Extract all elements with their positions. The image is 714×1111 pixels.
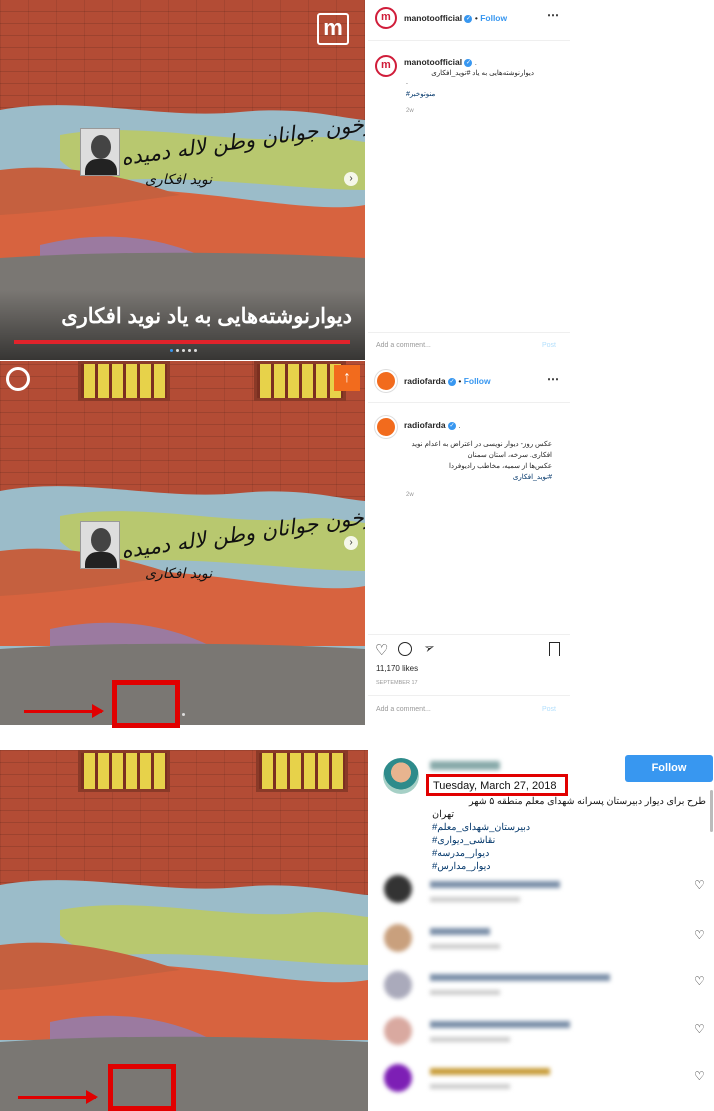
actions-divider xyxy=(368,634,570,635)
comment-avatar xyxy=(384,875,412,903)
comment-meta-blurred xyxy=(430,944,500,949)
portrait-stencil xyxy=(80,128,120,176)
post3-image xyxy=(0,750,368,1111)
more-options-icon[interactable]: ⋯ xyxy=(547,8,559,22)
comment-text-blurred xyxy=(430,881,560,888)
carousel-dot xyxy=(182,713,185,716)
save-bookmark-icon[interactable] xyxy=(549,642,560,656)
post1-post-button[interactable]: Post xyxy=(542,342,556,349)
post1-caption-dot2: . xyxy=(406,79,408,86)
post3-hashtag-2[interactable]: #نقاشی_دیواری xyxy=(432,835,495,846)
comment-like-heart-icon[interactable]: ♡ xyxy=(694,1022,705,1036)
scrollbar[interactable] xyxy=(710,790,713,832)
like-heart-icon[interactable]: ♡ xyxy=(375,641,388,659)
post1-comment-input[interactable]: Add a comment... xyxy=(376,342,431,349)
radiofarda-avatar-caption[interactable] xyxy=(375,416,397,438)
headline-underline xyxy=(14,340,350,344)
highlight-box xyxy=(112,680,180,728)
header-divider xyxy=(368,40,570,41)
verified-badge-icon: ✓ xyxy=(464,14,473,23)
graffiti-line2: نوید افکاری xyxy=(145,566,213,582)
more-options-icon[interactable]: ⋯ xyxy=(547,372,559,386)
graffiti-line2: نوید افکاری xyxy=(145,172,213,188)
comment-like-heart-icon[interactable]: ♡ xyxy=(694,928,705,942)
post1-time: 2w xyxy=(406,108,414,114)
post3-hashtag-4[interactable]: #دیوار_مدارس xyxy=(432,861,491,872)
comment-avatar xyxy=(384,924,412,952)
post3-avatar[interactable] xyxy=(383,758,419,794)
post2-follow-button[interactable]: Follow xyxy=(464,376,491,386)
post1-follow-button[interactable]: Follow xyxy=(480,13,507,23)
carousel-dots xyxy=(170,349,200,353)
comment-divider xyxy=(368,332,570,333)
post2-hashtag[interactable]: #نوید_افکاری xyxy=(400,473,552,481)
header-divider xyxy=(368,402,570,403)
caption-dot: . xyxy=(474,60,477,67)
post2-likes[interactable]: 11,170 likes xyxy=(376,664,418,673)
comment-divider xyxy=(368,695,570,696)
camera-logo-icon xyxy=(6,367,30,391)
comment-avatar xyxy=(384,1064,412,1092)
verified-badge-icon: ✓ xyxy=(447,377,456,386)
caption-dot: . xyxy=(458,423,461,430)
post1-caption: دیوارنوشته‌هایی به یاد #نوید_افکاری xyxy=(431,70,534,77)
post3-caption-line1: طرح برای دیوار دبیرستان پسرانه شهدای معل… xyxy=(469,796,706,807)
post2-caption-username[interactable]: radiofarda xyxy=(404,420,446,430)
post3-username-blurred xyxy=(430,761,500,770)
highlight-box xyxy=(108,1064,176,1111)
radiofarda-logo-icon: ↑ xyxy=(334,365,360,391)
date-highlight-box xyxy=(426,774,568,796)
overlay-headline: دیوارنوشته‌هایی به یاد نوید افکاری xyxy=(61,305,352,328)
comment-avatar xyxy=(384,971,412,999)
post2-caption-line2: افکاری. سرخه، استان سمنان xyxy=(467,452,553,459)
comment-meta-blurred xyxy=(430,990,500,995)
comment-text-blurred xyxy=(430,1068,550,1075)
verified-badge-icon: ✓ xyxy=(447,421,456,430)
manoto-logo-icon: m xyxy=(317,13,349,45)
comment-text-blurred xyxy=(430,974,610,981)
post2-caption-line1: عکس روز- دیوار نویسی در اعتراض به اعدام … xyxy=(411,441,552,448)
painted-wave-mural xyxy=(0,880,368,1111)
post2-time: 2w xyxy=(406,492,414,498)
post1-username[interactable]: manotoofficial xyxy=(404,13,462,23)
post3-hashtag-3[interactable]: #دیوار_مدرسه xyxy=(432,848,489,859)
post1-image: ازخون جوانان وطن لاله دمیده نوید افکاری … xyxy=(0,0,365,360)
highlight-arrow xyxy=(18,1090,98,1104)
post3-caption-line2: تهران xyxy=(432,809,454,820)
share-icon[interactable]: ➢ xyxy=(422,639,438,658)
verified-badge-icon: ✓ xyxy=(464,58,473,67)
post2-date: SEPTEMBER 17 xyxy=(376,680,418,686)
post1-hashtag[interactable]: #منوتوخبر xyxy=(406,90,435,98)
post3-follow-button[interactable]: Follow xyxy=(625,755,713,782)
comment-icon[interactable] xyxy=(398,642,412,656)
next-slide-chevron-icon[interactable]: › xyxy=(344,172,358,186)
post2-comment-input[interactable]: Add a comment... xyxy=(376,706,431,713)
manoto-avatar[interactable]: m xyxy=(375,7,397,29)
manoto-avatar-caption[interactable]: m xyxy=(375,55,397,77)
comment-text-blurred xyxy=(430,1021,570,1028)
comment-like-heart-icon[interactable]: ♡ xyxy=(694,878,705,892)
post1-caption-username[interactable]: manotoofficial xyxy=(404,57,462,67)
comment-meta-blurred xyxy=(430,1084,510,1089)
post2-caption-line3: عکس‌ها از سمیه، مخاطب رادیوفردا xyxy=(448,463,552,470)
highlight-arrow xyxy=(24,704,104,718)
comment-meta-blurred xyxy=(430,1037,510,1042)
next-slide-chevron-icon[interactable]: › xyxy=(344,536,358,550)
comment-text-blurred xyxy=(430,928,490,935)
post2-username[interactable]: radiofarda xyxy=(404,376,446,386)
post2-image: ازخون جوانان وطن لاله دمیده نوید افکاری … xyxy=(0,361,365,725)
post3-hashtag-1[interactable]: #دبیرستان_شهدای_معلم xyxy=(432,822,530,833)
post2-post-button[interactable]: Post xyxy=(542,706,556,713)
portrait-stencil xyxy=(80,521,120,569)
comment-like-heart-icon[interactable]: ♡ xyxy=(694,974,705,988)
comment-avatar xyxy=(384,1017,412,1045)
comment-meta-blurred xyxy=(430,897,520,902)
comment-like-heart-icon[interactable]: ♡ xyxy=(694,1069,705,1083)
radiofarda-avatar[interactable] xyxy=(375,370,397,392)
